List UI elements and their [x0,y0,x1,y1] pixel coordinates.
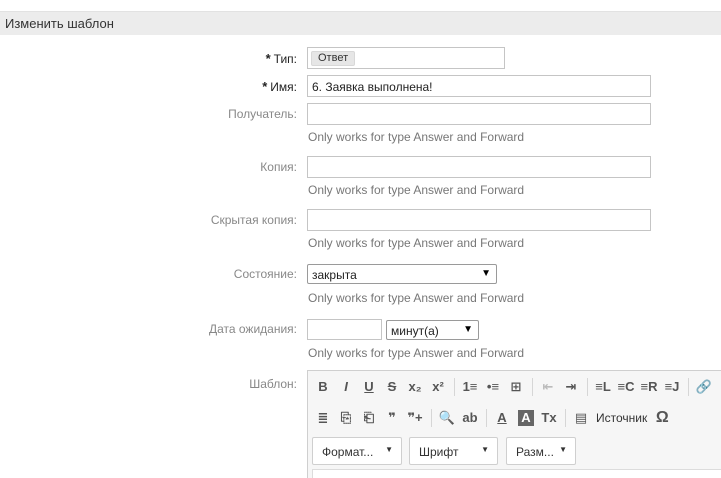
state-select[interactable]: закрыта ▼ [307,264,497,284]
editor-toolbar-row-1: B I U S x₂ x² 1≡ •≡ ⊞ ⇤ ⇥ ≡L ≡C ≡R ≡J 🔗 [312,374,716,400]
dropdown-arrow-icon: ▼ [385,445,393,454]
bold-icon[interactable]: B [312,376,334,398]
type-label: * Тип: [265,51,297,66]
section-title: Изменить шаблон [5,16,114,31]
template-label: Шаблон: [249,377,297,391]
required-star-icon: * [265,51,271,66]
numbered-list-icon[interactable]: 1≡ [459,376,481,398]
state-hint: Only works for type Answer and Forward [308,291,525,305]
replace-icon[interactable]: ab [459,407,481,429]
align-justify-icon[interactable]: ≡J [661,376,683,398]
recipient-label: Получатель: [228,107,297,121]
type-field[interactable]: Ответ [307,47,505,69]
find-icon[interactable]: 🔍 [436,407,458,429]
horizontal-line-icon[interactable]: ≣ [312,407,334,429]
insert-quote-icon[interactable]: ❞+ [404,407,426,429]
link-icon[interactable]: 🔗 [693,376,715,398]
strikethrough-icon[interactable]: S [381,376,403,398]
toolbar-separator [532,378,533,396]
align-left-icon[interactable]: ≡L [592,376,614,398]
pending-hint: Only works for type Answer and Forward [308,346,525,360]
dropdown-arrow-icon: ▼ [481,445,489,454]
bcc-label: Скрытая копия: [210,213,297,227]
bcc-hint: Only works for type Answer and Forward [308,236,525,250]
pending-value-input[interactable] [307,319,382,340]
rich-text-editor[interactable]: B I U S x₂ x² 1≡ •≡ ⊞ ⇤ ⇥ ≡L ≡C ≡R ≡J 🔗 … [307,370,721,478]
name-input[interactable]: 6. Заявка выполнена! [307,75,651,97]
dropdown-arrow-icon: ▼ [463,324,473,335]
table-icon[interactable]: ⊞ [505,376,527,398]
italic-icon[interactable]: I [335,376,357,398]
paste-text-icon[interactable]: ⎘ [335,407,357,429]
name-label: * Имя: [262,79,297,94]
pending-unit-value: минут(а) [391,324,439,338]
state-label: Состояние: [233,267,297,281]
toolbar-separator [688,378,689,396]
toolbar-separator [454,378,455,396]
toolbar-separator [587,378,588,396]
dropdown-arrow-icon: ▼ [481,268,491,279]
type-chip[interactable]: Ответ [311,51,356,66]
blockquote-icon[interactable]: ❞ [381,407,403,429]
background-color-icon[interactable]: A [518,410,534,426]
state-value: закрыта [312,268,357,282]
remove-format-icon[interactable]: Tx [538,407,560,429]
editor-toolbar-row-2: ≣ ⎘ ⎗ ❞ ❞+ 🔍 ab A A Tx ▤ Источник Ω [312,405,674,431]
indent-icon[interactable]: ⇥ [560,376,582,398]
cc-label: Копия: [260,160,297,174]
preview-icon[interactable]: ▤ [570,407,592,429]
paste-word-icon[interactable]: ⎗ [358,407,380,429]
recipient-hint: Only works for type Answer and Forward [308,130,525,144]
name-value: 6. Заявка выполнена! [312,80,433,94]
pending-label: Дата ожидания: [208,322,297,336]
text-color-icon[interactable]: A [491,407,513,429]
font-combo[interactable]: Шрифт ▼ [409,437,498,465]
align-center-icon[interactable]: ≡C [615,376,637,398]
format-combo[interactable]: Формат... ▼ [312,437,402,465]
align-right-icon[interactable]: ≡R [638,376,660,398]
toolbar-separator [565,409,566,427]
underline-icon[interactable]: U [358,376,380,398]
toolbar-separator [486,409,487,427]
section-header: Изменить шаблон [0,11,721,35]
required-star-icon: * [262,79,268,94]
bcc-input[interactable] [307,209,651,231]
cc-input[interactable] [307,156,651,178]
superscript-icon[interactable]: x² [427,376,449,398]
recipient-input[interactable] [307,103,651,125]
bulleted-list-icon[interactable]: •≡ [482,376,504,398]
cc-hint: Only works for type Answer and Forward [308,183,525,197]
editor-content-area[interactable] [312,469,721,478]
subscript-icon[interactable]: x₂ [404,376,426,398]
outdent-icon[interactable]: ⇤ [537,376,559,398]
size-combo[interactable]: Разм... ▼ [506,437,576,465]
source-button[interactable]: Источник [593,407,650,429]
dropdown-arrow-icon: ▼ [559,445,567,454]
pending-unit-select[interactable]: минут(а) ▼ [386,320,479,340]
toolbar-separator [431,409,432,427]
special-char-icon[interactable]: Ω [651,407,673,429]
